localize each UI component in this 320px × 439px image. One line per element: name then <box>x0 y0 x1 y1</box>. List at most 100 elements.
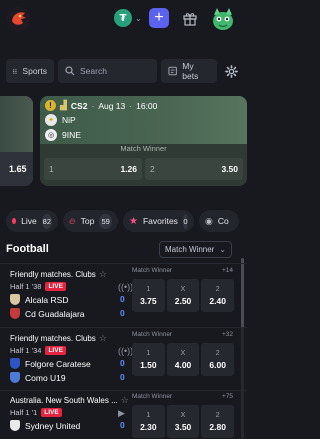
featured-header: ! ▟ CS2 · Aug 13 · 16:00 <box>45 100 157 111</box>
gear-icon <box>224 64 238 78</box>
odds-group: 1 2.30 X 3.50 2 2.80 <box>132 405 235 438</box>
chip-favorites[interactable]: ★ Favorites 0 <box>123 210 194 232</box>
star-outline-icon[interactable]: ☆ <box>121 395 128 406</box>
chip-more[interactable]: ◉ Co <box>199 210 239 232</box>
more-markets[interactable]: +14 <box>222 267 233 274</box>
cs2-icon: ▟ <box>60 100 67 110</box>
team-name: Cd Guadalajara <box>25 308 85 319</box>
odd-button-1[interactable]: 1 1.50 <box>132 343 165 376</box>
plus-icon: + <box>154 9 164 26</box>
odd-button-2[interactable]: 2 2.40 <box>201 279 235 312</box>
team-logo-icon: ◎ <box>45 129 57 141</box>
match-row[interactable]: Friendly matches. Clubs ☆ Half 1 '38 LIV… <box>6 264 238 324</box>
dragon-avatar[interactable] <box>209 5 237 33</box>
league-name: Friendly matches. Clubs ☆ <box>10 269 128 280</box>
separator: · <box>129 100 133 111</box>
video-icon[interactable]: ▶ <box>118 408 125 419</box>
chevron-down-icon: ⌄ <box>219 245 226 254</box>
odd-key: 2 <box>215 285 220 293</box>
score: 0 <box>120 294 125 304</box>
time-label: Half 1 '34 <box>10 346 42 355</box>
live-stream-icon[interactable]: ((•)) <box>118 346 133 356</box>
featured-odds: 1 1.26 2 3.50 <box>44 158 243 180</box>
team-row: Cd Guadalajara <box>10 308 85 319</box>
odd-key: 1 <box>146 411 151 419</box>
odd-key: X <box>180 285 186 293</box>
odd-value: 2.80 <box>209 421 226 432</box>
odd-button-2[interactable]: 2 2.80 <box>201 405 235 438</box>
chip-label: Co <box>217 216 229 226</box>
odd-button-x[interactable]: X 3.50 <box>166 405 200 438</box>
featured-match-card[interactable]: ! ▟ CS2 · Aug 13 · 16:00 ✦ NiP ◎ 9INE Ma… <box>40 96 247 186</box>
team-crest-icon <box>10 420 20 431</box>
live-stream-icon[interactable]: ((•)) <box>118 282 133 292</box>
odd-key: 1 <box>49 164 54 174</box>
settings-button[interactable] <box>221 59 241 83</box>
sports-label: Sports <box>22 66 47 76</box>
more-markets[interactable]: +32 <box>222 331 233 338</box>
odd-button-x[interactable]: X 4.00 <box>166 343 200 376</box>
live-badge: LIVE <box>45 346 66 355</box>
odd-button-1[interactable]: 1 1.26 <box>44 158 142 180</box>
featured-odd[interactable]: 1.65 <box>0 152 33 186</box>
scrollbar-thumb[interactable] <box>241 258 244 328</box>
chip-label: Favorites <box>142 216 178 226</box>
search-input[interactable]: Search <box>58 59 157 83</box>
team-crest-icon <box>10 358 20 369</box>
team-name: NiP <box>62 115 76 125</box>
search-placeholder: Search <box>80 66 107 76</box>
odd-button-x[interactable]: X 2.50 <box>166 279 200 312</box>
team-row: Folgore Caratese <box>10 358 91 369</box>
scrollbar[interactable] <box>241 258 244 439</box>
my-bets-button[interactable]: My bets <box>161 59 217 83</box>
match-row[interactable]: Friendly matches. Clubs ☆ Half 1 '34 LIV… <box>6 328 238 388</box>
brand-logo-icon[interactable] <box>6 6 32 32</box>
add-funds-button[interactable]: + <box>149 8 169 28</box>
time-label: Half 1 '1 <box>10 408 38 417</box>
match-time: Half 1 '1 LIVE <box>10 408 62 417</box>
chip-count: 59 <box>99 213 112 229</box>
alert-icon: ! <box>45 100 56 111</box>
star-outline-icon[interactable]: ☆ <box>99 333 107 344</box>
team-row: Alcala RSD <box>10 294 68 305</box>
featured-card-banner <box>0 96 33 152</box>
team-name: Como U19 <box>25 372 66 383</box>
league-label: Friendly matches. Clubs <box>10 270 96 279</box>
fire-icon: 🔥︎ <box>69 215 76 226</box>
odd-key: 2 <box>215 411 220 419</box>
league-name: Australia. New South Wales ... ☆ <box>10 395 128 406</box>
top-bar: ₮ ⌄ + <box>0 0 247 38</box>
star-outline-icon[interactable]: ☆ <box>99 269 107 280</box>
sports-menu-button[interactable]: Sports <box>6 59 54 83</box>
odd-button-2[interactable]: 2 3.50 <box>145 158 243 180</box>
chip-live[interactable]: Live 82 <box>6 210 58 232</box>
featured-team-1: ✦ NiP <box>45 114 76 126</box>
match-row[interactable]: Australia. New South Wales ... ☆ Half 1 … <box>6 390 238 439</box>
chip-label: Live <box>21 216 37 226</box>
odd-button-1[interactable]: 1 3.75 <box>132 279 165 312</box>
gift-icon[interactable] <box>182 10 198 26</box>
chevron-down-icon: ⌄ <box>135 13 142 23</box>
odd-value: 1.26 <box>120 164 137 174</box>
chip-top[interactable]: 🔥︎ Top 59 <box>63 210 118 232</box>
balance-selector[interactable]: ₮ ⌄ <box>114 9 142 27</box>
odd-button-1[interactable]: 1 2.30 <box>132 405 165 438</box>
odd-value: 2.30 <box>140 421 157 432</box>
live-dot-icon <box>12 218 17 224</box>
market-label: Match Winner <box>132 331 173 338</box>
match-time: Half 1 '34 LIVE <box>10 346 66 355</box>
star-icon: ★ <box>129 215 138 227</box>
tether-icon: ₮ <box>114 9 132 27</box>
globe-icon: ◉ <box>205 215 213 226</box>
featured-market-label: Match Winner <box>120 144 167 153</box>
more-markets[interactable]: +75 <box>222 393 233 400</box>
live-badge: LIVE <box>45 282 66 291</box>
featured-card-previous[interactable]: 1.65 <box>0 96 33 186</box>
market-select[interactable]: Match Winner ⌄ <box>159 241 232 258</box>
odd-button-2[interactable]: 2 6.00 <box>201 343 235 376</box>
toolbar: Sports Search My bets <box>6 58 241 84</box>
score: 0 <box>120 420 125 430</box>
betslip-icon <box>168 66 177 76</box>
odd-value: 3.50 <box>174 421 192 432</box>
team-crest-icon <box>10 294 20 305</box>
